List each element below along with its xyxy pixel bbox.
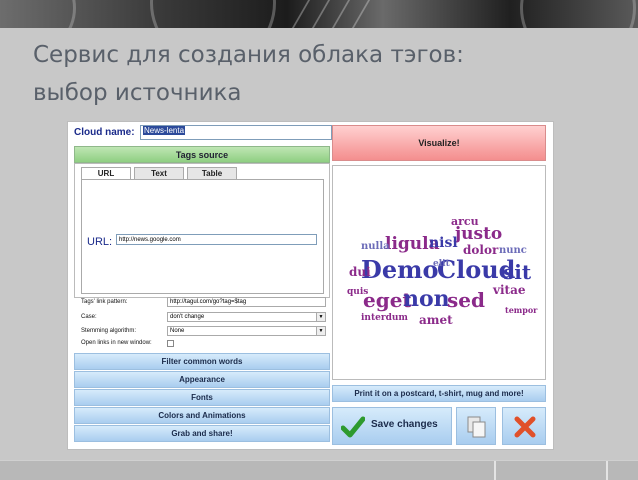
open-links-checkbox[interactable]	[167, 340, 174, 347]
checkmark-icon	[341, 416, 365, 438]
cloud-name-input[interactable]: News-lenta	[140, 125, 332, 140]
word-cloud-word: non	[403, 286, 450, 312]
print-merch-button[interactable]: Print it on a postcard, t-shirt, mug and…	[332, 385, 546, 402]
word-cloud-word: elit	[433, 259, 450, 269]
word-cloud-word: quis	[347, 287, 369, 297]
cloud-name-row: Cloud name: News-lenta	[74, 125, 332, 142]
decor-wheel	[150, 0, 276, 28]
delete-x-icon	[514, 416, 536, 438]
word-cloud-word: interdum	[361, 313, 408, 323]
decor-wheel	[520, 0, 636, 28]
case-label: Case:	[81, 314, 97, 320]
case-select[interactable]: don't change ▼	[167, 312, 326, 322]
section-appearance[interactable]: Appearance	[74, 371, 330, 388]
section-grab-share[interactable]: Grab and share!	[74, 425, 330, 442]
url-tab-content: URL: http://news.google.com	[81, 179, 324, 294]
url-input[interactable]: http://news.google.com	[116, 234, 317, 245]
word-cloud-word: arcu	[451, 215, 479, 228]
preview-panel: Visualize! Demo Cloud sit eget non sed ligula j…	[332, 125, 548, 445]
chevron-down-icon: ▼	[316, 313, 325, 321]
section-colors-animations[interactable]: Colors and Animations	[74, 407, 330, 424]
decor-stripe	[331, 0, 351, 28]
copy-button[interactable]	[456, 407, 496, 445]
slide-title-line1: Сервис для создания облака тэгов:	[33, 42, 464, 68]
decor-stripe	[351, 0, 371, 28]
decor-stripe	[291, 0, 311, 28]
case-select-value: don't change	[170, 314, 205, 320]
word-cloud-word: sit	[503, 260, 532, 284]
visualize-button[interactable]: Visualize!	[332, 125, 546, 161]
stemming-label: Stemming algorithm:	[81, 328, 137, 334]
slide-footer	[0, 460, 638, 480]
tags-source-header[interactable]: Tags source	[74, 146, 330, 163]
word-cloud-word: vitae	[493, 283, 526, 297]
copy-icon	[467, 416, 486, 438]
link-pattern-input[interactable]: http://tagul.com/go?tag=$tag	[167, 297, 326, 307]
section-filter-common-words[interactable]: Filter common words	[74, 353, 330, 370]
word-cloud-word: dui	[349, 265, 371, 279]
tags-source-panel: URL Text Table URL: http://news.google.c…	[74, 163, 330, 298]
word-cloud-word: tempor	[505, 305, 538, 315]
footer-divider	[606, 461, 608, 480]
word-cloud-preview: Demo Cloud sit eget non sed ligula justo nisl dol…	[332, 165, 546, 380]
stemming-select-value: None	[170, 328, 185, 334]
word-cloud-word: amet	[419, 313, 453, 327]
cloud-name-value: News-lenta	[143, 126, 186, 135]
link-pattern-label: Tags' link pattern:	[81, 299, 128, 305]
stemming-select[interactable]: None ▼	[167, 326, 326, 336]
footer-divider	[494, 461, 496, 480]
tag-cloud-app: Cloud name: News-lenta Tags source URL T…	[67, 121, 554, 450]
delete-button[interactable]	[502, 407, 546, 445]
settings-panel: Cloud name: News-lenta Tags source URL T…	[72, 125, 332, 443]
cloud-name-label: Cloud name:	[74, 127, 135, 138]
word-cloud-word: sed	[447, 288, 485, 312]
save-changes-button[interactable]: Save changes	[332, 407, 452, 445]
word-cloud-word: nulla	[361, 241, 390, 252]
decor-wheel	[0, 0, 76, 28]
open-links-label: Open links in new window:	[81, 340, 152, 346]
chevron-down-icon: ▼	[316, 327, 325, 335]
section-fonts[interactable]: Fonts	[74, 389, 330, 406]
slide-top-banner	[0, 0, 638, 28]
word-cloud-word: justo	[455, 224, 503, 244]
slide-title: Сервис для создания облака тэгов: выбор …	[33, 36, 593, 112]
word-cloud-word: nunc	[499, 245, 527, 256]
decor-stripe	[311, 0, 331, 28]
save-changes-label: Save changes	[371, 419, 438, 430]
word-cloud-word: nisl	[429, 235, 458, 251]
slide-title-line2: выбор источника	[33, 80, 242, 106]
url-label: URL:	[87, 236, 113, 248]
word-cloud-word: dolor	[463, 243, 499, 257]
word-cloud-word: Demo	[361, 255, 439, 284]
